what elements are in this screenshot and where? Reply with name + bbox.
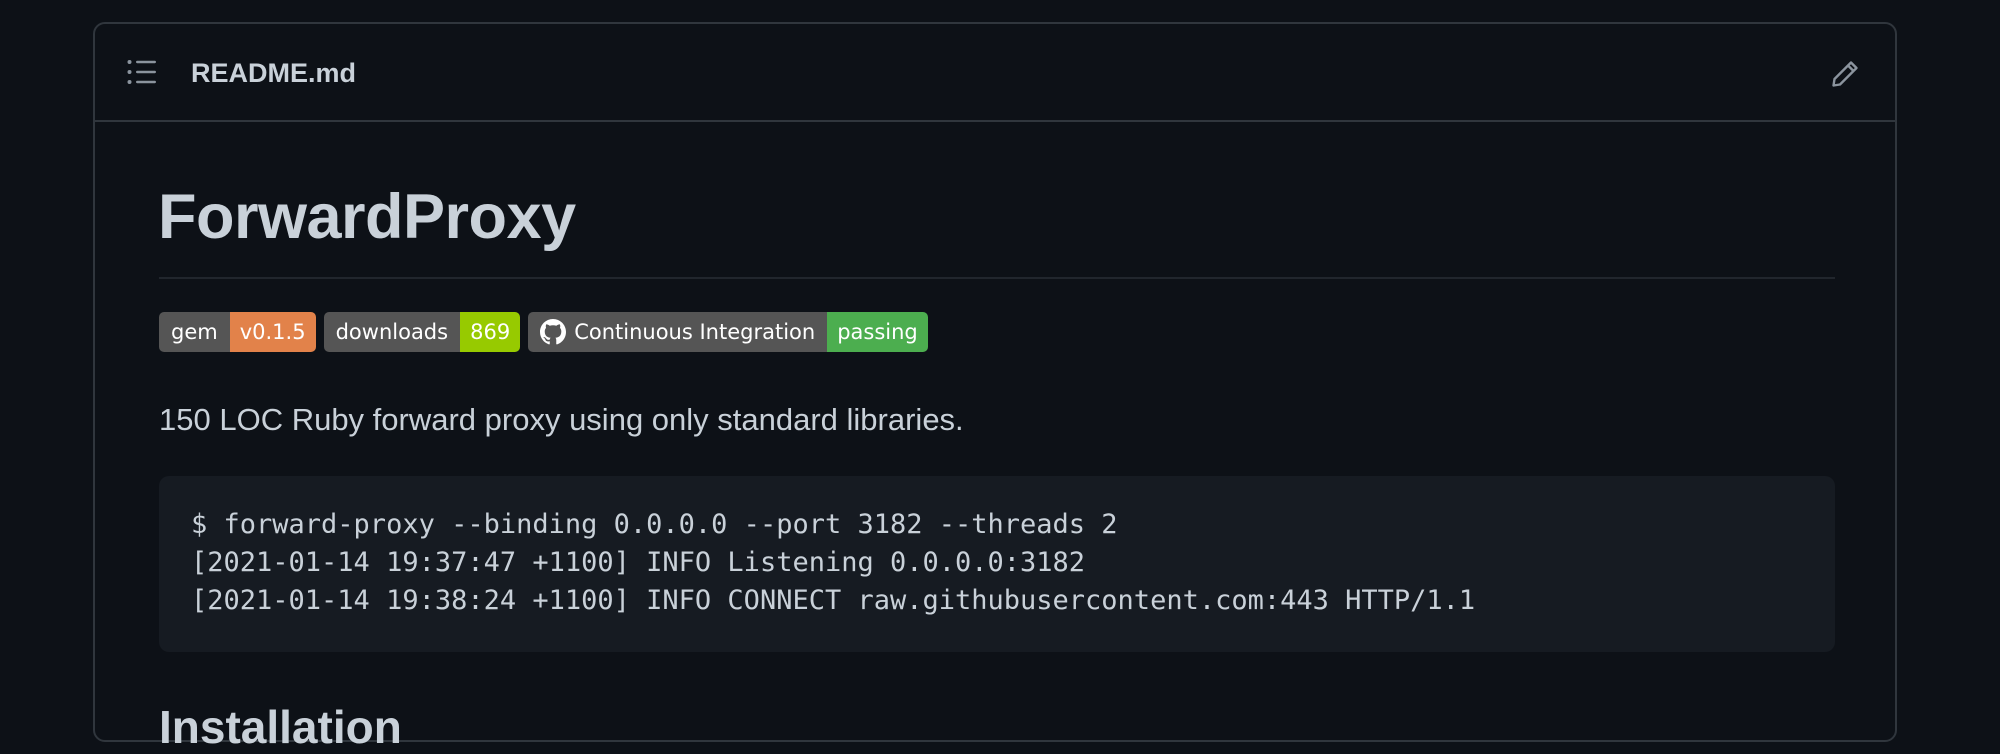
badge-label: gem: [159, 312, 230, 352]
readme-description: 150 LOC Ruby forward proxy using only st…: [159, 402, 964, 437]
title-divider: [159, 277, 1835, 279]
ci-status-badge[interactable]: Continuous Integration passing: [528, 312, 928, 352]
badge-label: Continuous Integration: [574, 320, 816, 344]
code-line: [2021-01-14 19:37:47 +1100] INFO Listeni…: [191, 547, 1086, 578]
badge-label-group: Continuous Integration: [528, 312, 828, 352]
file-name: README.md: [191, 58, 357, 88]
badge-row: gem v0.1.5 downloads 869 Continuous Inte…: [159, 312, 928, 352]
badge-value: 869: [460, 312, 521, 352]
list-unordered-icon: [127, 60, 156, 84]
badge-value: passing: [827, 312, 928, 352]
toc-button[interactable]: [125, 56, 159, 88]
code-block: $ forward-proxy --binding 0.0.0.0 --port…: [159, 476, 1835, 652]
edit-file-button[interactable]: [1827, 56, 1863, 92]
code-line: $ forward-proxy --binding 0.0.0.0 --port…: [191, 509, 1118, 540]
github-icon: [540, 319, 567, 345]
downloads-badge[interactable]: downloads 869: [323, 312, 521, 352]
gem-version-badge[interactable]: gem v0.1.5: [159, 312, 316, 352]
badge-label: downloads: [323, 312, 461, 352]
readme-title: ForwardProxy: [158, 182, 576, 252]
badge-value: v0.1.5: [229, 312, 316, 352]
readme-header: README.md: [95, 24, 1895, 122]
readme-container: README.md ForwardProxy gem v0.1.5 downlo…: [93, 22, 1897, 753]
section-heading-installation: Installation: [159, 701, 402, 753]
code-line: [2021-01-14 19:38:24 +1100] INFO CONNECT…: [191, 585, 1476, 616]
pencil-icon: [1832, 61, 1858, 87]
